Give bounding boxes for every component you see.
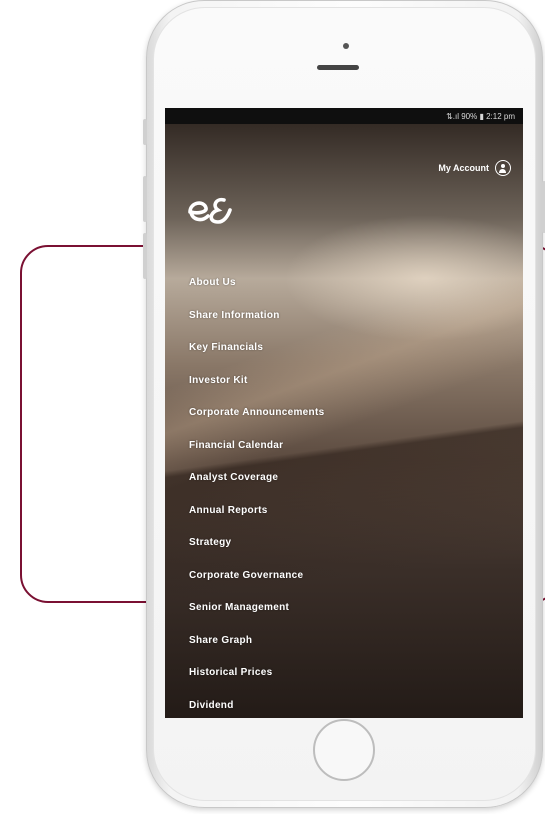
my-account-button[interactable]: My Account — [438, 160, 511, 176]
earpiece-speaker — [317, 65, 359, 70]
user-circle-icon — [495, 160, 511, 176]
menu-item-historical-prices[interactable]: Historical Prices — [189, 667, 324, 700]
e-and-logo-icon — [188, 197, 232, 224]
menu-item-strategy[interactable]: Strategy — [189, 537, 324, 570]
status-bar-text: ⇅.ıl 90% ▮ 2:12 pm — [446, 111, 515, 121]
menu-item-share-graph[interactable]: Share Graph — [189, 635, 324, 668]
menu-item-analyst-coverage[interactable]: Analyst Coverage — [189, 472, 324, 505]
app-screen: ⇅.ıl 90% ▮ 2:12 pm My Account About Us S… — [165, 108, 523, 718]
mute-switch — [143, 119, 147, 145]
menu-item-about-us[interactable]: About Us — [189, 277, 324, 310]
menu-item-share-information[interactable]: Share Information — [189, 310, 324, 343]
menu-item-senior-management[interactable]: Senior Management — [189, 602, 324, 635]
menu-item-investor-kit[interactable]: Investor Kit — [189, 375, 324, 408]
stage: ⇅.ıl 90% ▮ 2:12 pm My Account About Us S… — [0, 0, 545, 814]
menu-item-corporate-announcements[interactable]: Corporate Announcements — [189, 407, 324, 440]
home-button[interactable] — [313, 719, 375, 781]
menu-item-corporate-governance[interactable]: Corporate Governance — [189, 570, 324, 603]
menu-item-key-financials[interactable]: Key Financials — [189, 342, 324, 375]
menu-item-financial-calendar[interactable]: Financial Calendar — [189, 440, 324, 473]
volume-up-button — [143, 176, 147, 222]
my-account-label: My Account — [438, 163, 489, 173]
navigation-menu: About Us Share Information Key Financial… — [189, 277, 324, 718]
menu-item-dividend[interactable]: Dividend — [189, 700, 324, 719]
status-bar: ⇅.ıl 90% ▮ 2:12 pm — [165, 108, 523, 124]
front-camera — [343, 43, 349, 49]
menu-item-annual-reports[interactable]: Annual Reports — [189, 505, 324, 538]
volume-down-button — [143, 233, 147, 279]
